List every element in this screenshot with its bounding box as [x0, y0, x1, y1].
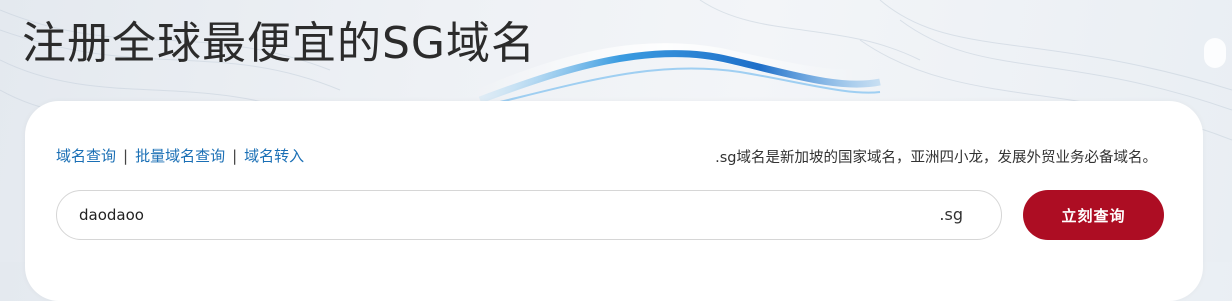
domain-search-card: 域名查询 | 批量域名查询 | 域名转入 .sg域名是新加坡的国家域名，亚洲四小… — [25, 101, 1203, 301]
sg-domain-tagline: .sg域名是新加坡的国家域名，亚洲四小龙，发展外贸业务必备域名。 — [715, 150, 1157, 166]
link-separator: | — [232, 146, 238, 165]
link-domain-query[interactable]: 域名查询 — [56, 145, 116, 166]
link-domain-transfer[interactable]: 域名转入 — [244, 145, 304, 166]
search-mode-links: 域名查询 | 批量域名查询 | 域名转入 — [56, 145, 304, 166]
page-title: 注册全球最便宜的SG域名 — [22, 18, 537, 69]
link-bulk-domain-query[interactable]: 批量域名查询 — [135, 145, 225, 166]
domain-suffix-label: .sg — [939, 205, 963, 224]
search-now-button[interactable]: 立刻查询 — [1023, 190, 1164, 240]
domain-search-box: .sg — [56, 190, 1002, 240]
domain-search-input[interactable] — [79, 191, 899, 239]
side-float-tab[interactable] — [1204, 38, 1226, 68]
link-separator: | — [123, 146, 129, 165]
